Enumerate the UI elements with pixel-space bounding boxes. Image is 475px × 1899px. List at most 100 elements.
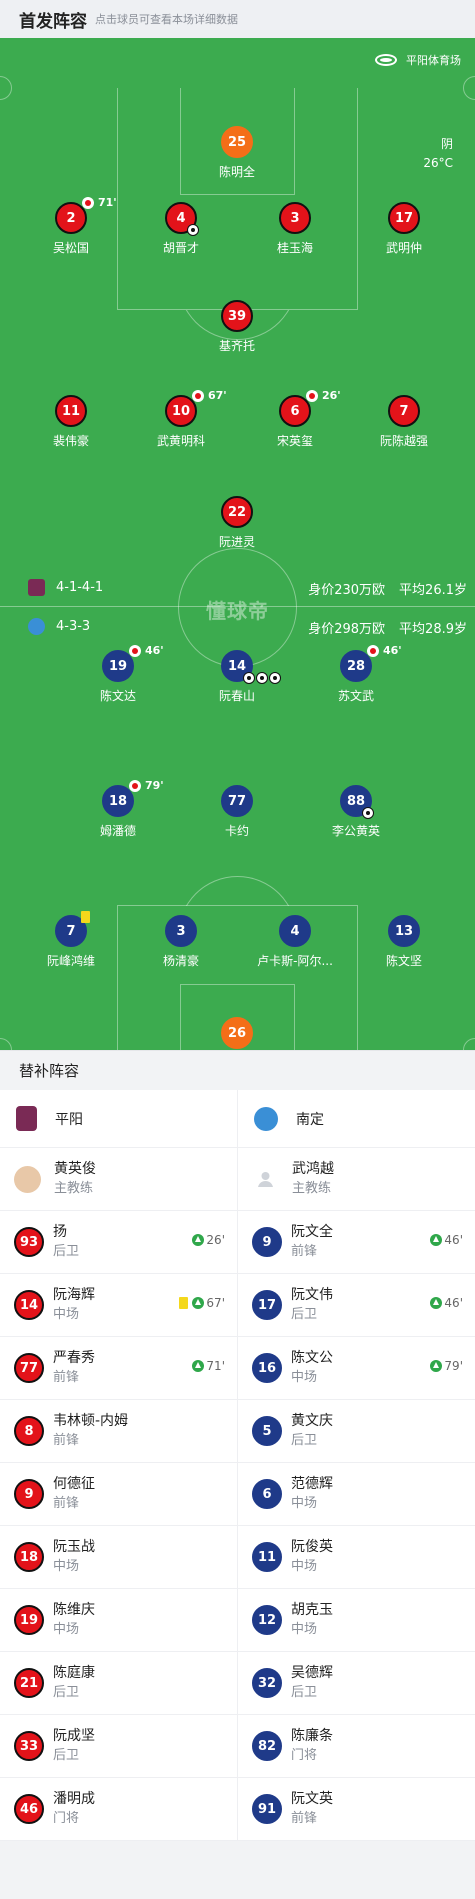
home-player[interactable]: 17 武明仲	[349, 202, 459, 256]
sub-name: 阮成坚	[53, 1728, 95, 1744]
away-player[interactable]: 4 卢卡斯-阿尔...	[240, 915, 350, 969]
home-player[interactable]: 10 67' 武黄明科	[126, 389, 236, 449]
away-player[interactable]: 13 陈文坚	[349, 915, 459, 969]
away-player[interactable]: 77 卡约	[182, 785, 292, 839]
sub-position: 前锋	[53, 1496, 80, 1511]
sub-name: 陈维庆	[53, 1602, 95, 1618]
sub-off-indicator: 67'	[192, 389, 227, 402]
home-team-row[interactable]: 平阳	[0, 1090, 237, 1148]
sub-number: 17	[252, 1290, 282, 1320]
sub-player-row[interactable]: 11 阮俊英 中场	[238, 1526, 475, 1589]
away-player[interactable]: 18 79' 姆潘德	[63, 779, 173, 839]
away-player[interactable]: 3 杨清豪	[126, 915, 236, 969]
away-player[interactable]: 26陈元孟	[182, 1017, 292, 1050]
sub-player-row[interactable]: 91 阮文英 前锋	[238, 1778, 475, 1841]
home-player[interactable]: 25 陈明全	[182, 126, 292, 180]
sub-position: 门将	[53, 1811, 80, 1826]
player-name: 宋英玺	[276, 434, 313, 448]
sub-player-row[interactable]: 16 陈文公 中场 79'	[238, 1337, 475, 1400]
player-name: 阮峰鸿维	[46, 954, 95, 968]
home-player[interactable]: 3 桂玉海	[240, 202, 350, 256]
sub-player-row[interactable]: 77 严春秀 前锋 71'	[0, 1337, 237, 1400]
player-number: 2 71'	[55, 196, 117, 234]
sub-position: 后卫	[291, 1307, 318, 1322]
home-player[interactable]: 7 阮陈越强	[349, 395, 459, 449]
sub-player-row[interactable]: 9 何德征 前锋	[0, 1463, 237, 1526]
sub-player-row[interactable]: 8 韦林顿-内姆 前锋	[0, 1400, 237, 1463]
sub-on-event: 46'	[430, 1296, 463, 1310]
home-player[interactable]: 22 阮进灵	[182, 496, 292, 550]
sub-position: 前锋	[53, 1370, 80, 1385]
sub-number: 32	[252, 1668, 282, 1698]
player-number: 17	[388, 202, 420, 234]
sub-player-row[interactable]: 5 黄文庆 后卫	[238, 1400, 475, 1463]
sub-name: 陈文公	[291, 1350, 333, 1366]
sub-number: 5	[252, 1416, 282, 1446]
venue-label: 平阳体育场	[375, 52, 461, 68]
away-formation: 4-3-3	[28, 618, 90, 635]
sub-player-row[interactable]: 14 阮海辉 中场 67'	[0, 1274, 237, 1337]
sub-player-row[interactable]: 46 潘明成 门将	[0, 1778, 237, 1841]
away-coach[interactable]: 武鸿越 主教练	[238, 1148, 475, 1211]
sub-number: 46	[14, 1794, 44, 1824]
player-number: 19 46'	[102, 644, 164, 682]
sub-position: 后卫	[53, 1748, 80, 1763]
sub-number: 8	[14, 1416, 44, 1446]
sub-player-row[interactable]: 9 阮文全 前锋 46'	[238, 1211, 475, 1274]
goal-icons	[243, 672, 282, 684]
home-player[interactable]: 39 基齐托	[182, 300, 292, 354]
sub-name: 韦林顿-内姆	[53, 1413, 129, 1429]
sub-name: 范德辉	[291, 1476, 333, 1492]
sub-player-row[interactable]: 19 陈维庆 中场	[0, 1589, 237, 1652]
home-coach[interactable]: 黄英俊 主教练	[0, 1148, 237, 1211]
sub-number: 82	[252, 1731, 282, 1761]
home-player[interactable]: 6 26' 宋英玺	[240, 389, 350, 449]
sub-player-row[interactable]: 82 陈廉条 门将	[238, 1715, 475, 1778]
away-player[interactable]: 7 阮峰鸿维	[16, 911, 126, 969]
sub-name: 阮文英	[291, 1791, 333, 1807]
sub-name: 扬	[53, 1224, 67, 1240]
player-number: 39	[221, 300, 253, 332]
goal-icon	[362, 807, 374, 819]
away-team-row[interactable]: 南定	[238, 1090, 475, 1148]
player-name: 杨清豪	[162, 954, 199, 968]
player-name: 李公黄英	[331, 824, 380, 838]
sub-name: 何德征	[53, 1476, 95, 1492]
sub-player-row[interactable]: 17 阮文伟 后卫 46'	[238, 1274, 475, 1337]
sub-player-row[interactable]: 93 扬后卫 26'	[0, 1211, 237, 1274]
away-player[interactable]: 88 李公黄英	[301, 785, 411, 839]
sub-player-row[interactable]: 21 陈庭康 后卫	[0, 1652, 237, 1715]
sub-off-indicator: 26'	[306, 389, 341, 402]
sub-number: 77	[14, 1353, 44, 1383]
player-number: 22	[221, 496, 253, 528]
player-number: 4	[279, 915, 311, 947]
player-number: 14	[221, 650, 281, 684]
away-subs-column: 南定 武鸿越 主教练 9 阮文全 前锋 46' 17 阮文伟 后卫 46' 16 陈文公 中场 79'…	[237, 1090, 475, 1841]
sub-position: 中场	[291, 1496, 318, 1511]
watermark-logo: 懂球帝	[206, 599, 269, 623]
player-number: 11	[55, 395, 87, 427]
away-player[interactable]: 19 46' 陈文达	[63, 644, 173, 704]
sub-name: 阮俊英	[291, 1539, 333, 1555]
home-player[interactable]: 2 71' 吴松国	[16, 196, 126, 256]
sub-off-icon	[129, 779, 141, 792]
sub-number: 33	[14, 1731, 44, 1761]
sub-player-row[interactable]: 12 胡克玉 中场	[238, 1589, 475, 1652]
sub-name: 陈庭康	[53, 1665, 95, 1681]
sub-on-event: 67'	[179, 1296, 225, 1310]
sub-position: 前锋	[53, 1433, 80, 1448]
sub-player-row[interactable]: 6 范德辉 中场	[238, 1463, 475, 1526]
away-player[interactable]: 14 阮春山	[182, 650, 292, 704]
sub-player-row[interactable]: 18 阮玉战 中场	[0, 1526, 237, 1589]
sub-player-row[interactable]: 33 阮成坚后卫	[0, 1715, 237, 1778]
sub-player-row[interactable]: 32 吴德辉 后卫	[238, 1652, 475, 1715]
player-number: 18 79'	[102, 779, 164, 817]
weather-condition: 阴	[440, 137, 453, 151]
sub-name: 阮海辉	[53, 1287, 95, 1303]
coach-avatar	[14, 1165, 41, 1193]
home-player[interactable]: 4 胡晋才	[126, 202, 236, 256]
home-player[interactable]: 11 裴伟豪	[16, 395, 126, 449]
away-player[interactable]: 28 46' 苏文武	[301, 644, 411, 704]
page-title: 首发阵容	[19, 11, 87, 32]
sub-name: 陈廉条	[291, 1728, 333, 1744]
